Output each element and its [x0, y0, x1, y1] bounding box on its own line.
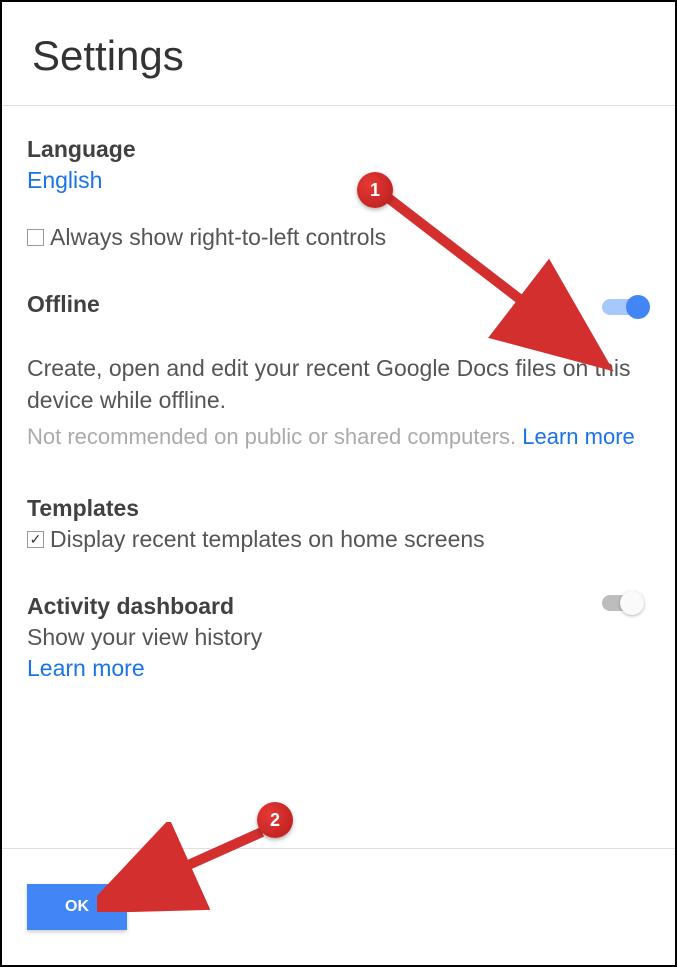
offline-subtext-prefix: Not recommended on public or shared comp…	[27, 424, 522, 449]
callout-badge-2: 2	[257, 802, 293, 838]
activity-left: Activity dashboard Show your view histor…	[27, 593, 602, 682]
toggle-thumb	[620, 591, 644, 615]
page-title: Settings	[32, 32, 645, 80]
activity-description: Show your view history	[27, 624, 602, 651]
templates-checkbox-label: Display recent templates on home screens	[50, 526, 485, 553]
language-label: Language	[27, 136, 650, 163]
rtl-checkbox[interactable]	[27, 229, 44, 246]
offline-subtext: Not recommended on public or shared comp…	[27, 424, 650, 450]
arrow-2	[97, 822, 277, 912]
activity-learn-more-link[interactable]: Learn more	[27, 655, 145, 682]
offline-label: Offline	[27, 291, 100, 318]
activity-section: Activity dashboard Show your view histor…	[27, 593, 650, 682]
templates-label: Templates	[27, 495, 650, 522]
templates-section: Templates Display recent templates on ho…	[27, 495, 650, 553]
activity-label: Activity dashboard	[27, 593, 602, 620]
templates-checkbox[interactable]	[27, 531, 44, 548]
arrow-1	[377, 182, 617, 372]
rtl-checkbox-label: Always show right-to-left controls	[50, 224, 386, 251]
toggle-thumb	[626, 295, 650, 319]
activity-toggle[interactable]	[602, 593, 650, 613]
offline-learn-more-link[interactable]: Learn more	[522, 424, 635, 449]
settings-header: Settings	[2, 2, 675, 106]
templates-checkbox-row: Display recent templates on home screens	[27, 526, 650, 553]
callout-badge-1: 1	[357, 172, 393, 208]
